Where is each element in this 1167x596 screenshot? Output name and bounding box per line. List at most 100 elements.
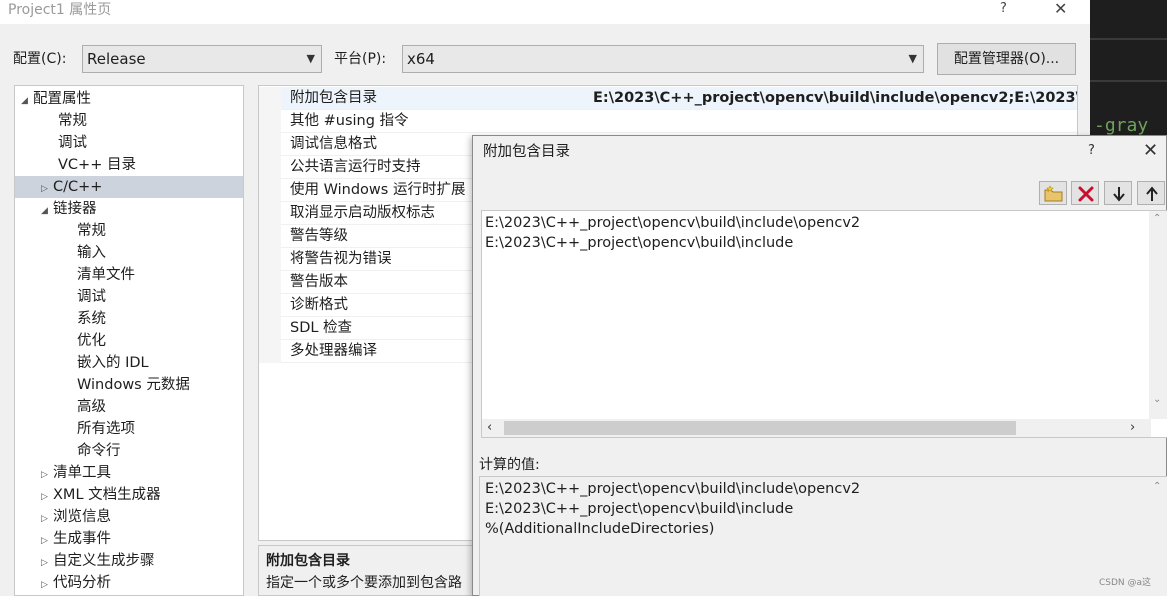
move-up-button[interactable] [1137,181,1165,205]
property-name: 将警告视为错误 [290,251,392,267]
tree-item-linker-input[interactable]: 输入 [77,242,106,264]
expand-icon[interactable]: ▷ [41,486,53,508]
property-name: 其他 #using 指令 [290,113,409,129]
chevron-down-icon: ▼ [306,52,315,65]
scroll-up-icon[interactable]: ⌃ [1153,213,1161,224]
tree-item-linker-windows-metadata[interactable]: Windows 元数据 [77,374,190,396]
computed-value: E:\2023\C++_project\opencv\build\include [485,501,794,517]
scroll-thumb[interactable] [504,421,1016,435]
tree-item-cpp[interactable]: ▷ C/C++ [15,176,243,198]
scroll-left-icon[interactable]: ‹ [487,419,492,437]
tree-item-linker-system[interactable]: 系统 [77,308,106,330]
collapse-icon[interactable]: ◢ [41,200,53,222]
tree-item-label: 常规 [58,113,87,129]
delete-line-button[interactable] [1071,181,1099,205]
tree-item-debugging[interactable]: 调试 [58,132,87,154]
tree-item-linker-debugging[interactable]: 调试 [77,286,106,308]
tree-item-build-events[interactable]: ▷ 生成事件 [41,528,111,550]
tree-item-linker[interactable]: ◢ 链接器 [41,198,97,220]
expand-icon[interactable]: ▷ [41,508,53,530]
dialog-title: 附加包含目录 [483,144,570,160]
tree-item-label: 配置属性 [33,91,91,107]
tree-item-label: 输入 [77,245,106,261]
property-name: 警告版本 [290,274,348,290]
scroll-down-icon[interactable]: ⌄ [1153,394,1161,405]
platform-select[interactable]: x64 ▼ [402,45,924,73]
grid-row-using-directives[interactable]: 其他 #using 指令 [259,110,1077,133]
row-gutter [259,87,281,110]
collapse-icon[interactable]: ◢ [21,90,33,112]
tree-item-label: 高级 [77,399,106,415]
tree-item-label: 调试 [77,289,106,305]
config-manager-button[interactable]: 配置管理器(O)... [937,43,1076,75]
grid-row-additional-include-dirs[interactable]: 附加包含目录 E:\2023\C++_project\opencv\build\i… [259,87,1077,110]
row-gutter [259,225,281,248]
tree-item-label: 清单工具 [53,465,111,481]
tree-item-label: 浏览信息 [53,509,111,525]
row-gutter [259,340,281,363]
tree-item-xml-doc-generator[interactable]: ▷ XML 文档生成器 [41,484,161,506]
tree-item-linker-manifest[interactable]: 清单文件 [77,264,135,286]
tree-item-label: 链接器 [53,201,97,217]
dialog-help-button[interactable]: ? [1088,143,1095,158]
property-tree[interactable]: ◢ 配置属性 常规 调试 VC++ 目录 ▷ C/C++ ◢ 链接器 常规 输入 清单… [14,85,244,596]
directory-list[interactable]: E:\2023\C++_project\opencv\build\include… [481,210,1167,438]
property-name: 调试信息格式 [290,136,377,152]
tree-item-config-properties[interactable]: ◢ 配置属性 [21,88,91,110]
help-button[interactable]: ? [1000,0,1014,18]
tree-item-linker-all-options[interactable]: 所有选项 [77,418,135,440]
tree-item-label: 代码分析 [53,575,111,591]
tree-item-custom-build-step[interactable]: ▷ 自定义生成步骤 [41,550,155,572]
close-button[interactable]: ✕ [1054,0,1067,18]
tree-item-general[interactable]: 常规 [58,110,87,132]
new-line-button[interactable] [1039,181,1067,205]
vertical-scrollbar[interactable]: ⌃ ⌄ [1149,211,1167,419]
vertical-scrollbar[interactable]: ⌃ [1149,477,1167,596]
editor-code-text: -gray [1094,115,1149,136]
tree-item-label: 优化 [77,333,106,349]
description-title: 附加包含目录 [266,553,350,569]
tree-item-label: 命令行 [77,443,121,459]
property-name: 使用 Windows 运行时扩展 [290,182,466,198]
directory-entry[interactable]: E:\2023\C++_project\opencv\build\include… [485,213,860,233]
row-gutter [259,248,281,271]
dialog-close-button[interactable]: ✕ [1143,140,1158,161]
horizontal-scrollbar[interactable]: ‹ › [482,419,1151,437]
scroll-up-icon[interactable]: ⌃ [1153,481,1161,492]
platform-label: 平台(P): [334,51,387,67]
editor-line [1090,80,1167,82]
property-name: SDL 检查 [290,320,353,336]
expand-icon[interactable]: ▷ [41,464,53,486]
tree-item-label: 常规 [77,223,106,239]
tree-item-label: 嵌入的 IDL [77,355,149,371]
chevron-down-icon: ▼ [908,52,917,65]
tree-item-label: XML 文档生成器 [53,487,161,503]
tree-item-linker-embedded-idl[interactable]: 嵌入的 IDL [77,352,149,374]
row-gutter [259,294,281,317]
property-value[interactable]: E:\2023\C++_project\opencv\build\include… [593,87,1077,109]
tree-item-code-analysis[interactable]: ▷ 代码分析 [41,572,111,594]
tree-item-label: C/C++ [53,179,103,195]
tree-item-linker-advanced[interactable]: 高级 [77,396,106,418]
config-select[interactable]: Release ▼ [82,45,322,73]
tree-item-linker-command-line[interactable]: 命令行 [77,440,121,462]
move-down-button[interactable] [1104,181,1132,205]
tree-item-vc-directories[interactable]: VC++ 目录 [58,154,136,176]
tree-item-browse-info[interactable]: ▷ 浏览信息 [41,506,111,528]
scroll-right-icon[interactable]: › [1130,419,1135,437]
expand-icon[interactable]: ▷ [41,178,53,200]
tree-item-linker-optimization[interactable]: 优化 [77,330,106,352]
computed-values-label: 计算的值: [479,457,540,473]
tree-item-label: 所有选项 [77,421,135,437]
tree-item-label: 生成事件 [53,531,111,547]
expand-icon[interactable]: ▷ [41,574,53,595]
expand-icon[interactable]: ▷ [41,530,53,552]
expand-icon[interactable]: ▷ [41,552,53,574]
row-gutter [259,133,281,156]
tree-item-label: VC++ 目录 [58,157,136,173]
tree-item-linker-general[interactable]: 常规 [77,220,106,242]
computed-value: E:\2023\C++_project\opencv\build\include… [485,481,861,497]
directory-entry[interactable]: E:\2023\C++_project\opencv\build\include [485,233,793,253]
new-folder-icon [1044,185,1063,202]
tree-item-manifest-tool[interactable]: ▷ 清单工具 [41,462,111,484]
